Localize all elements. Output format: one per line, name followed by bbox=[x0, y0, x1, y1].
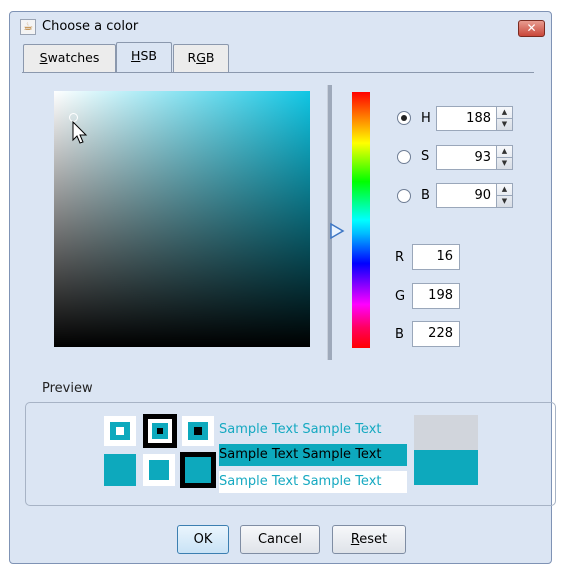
saturation-input[interactable]: 93 bbox=[436, 145, 498, 170]
window-title: Choose a color bbox=[42, 19, 139, 34]
tab-hsb-label: SB bbox=[140, 48, 157, 63]
tab-swatches[interactable]: Swatches bbox=[23, 44, 116, 72]
green-field: 198 bbox=[412, 283, 460, 309]
green-label: G bbox=[395, 289, 406, 304]
hue-slider-bar[interactable] bbox=[352, 92, 370, 348]
hue-spinner[interactable]: ▲ ▼ bbox=[496, 106, 513, 131]
reset-button[interactable]: Reset bbox=[332, 525, 406, 554]
spin-down-icon[interactable]: ▼ bbox=[497, 196, 512, 207]
hue-input[interactable]: 188 bbox=[436, 106, 498, 131]
tab-rgb-label-pre: R bbox=[187, 50, 197, 65]
spin-up-icon[interactable]: ▲ bbox=[497, 146, 512, 158]
red-field: 16 bbox=[412, 244, 460, 270]
blue-field: 228 bbox=[412, 321, 460, 347]
reset-mnemonic: R bbox=[350, 532, 360, 547]
tab-rgb-label: B bbox=[205, 50, 215, 65]
preview-swatch-center bbox=[194, 427, 202, 435]
spin-up-icon[interactable]: ▲ bbox=[497, 184, 512, 196]
sample-text: Sample Text bbox=[302, 422, 382, 437]
blue-label: B bbox=[395, 327, 404, 342]
preview-swatch-fill bbox=[185, 457, 211, 483]
preview-swatch bbox=[143, 414, 177, 448]
preview-swatch bbox=[180, 452, 216, 488]
title-bar[interactable]: ☕ Choose a color ✕ bbox=[9, 11, 552, 43]
preview-swatch-center bbox=[157, 428, 163, 434]
tab-rgb-mnemonic: G bbox=[196, 50, 206, 65]
tab-swatches-mnemonic: S bbox=[39, 50, 48, 65]
saturation-label: S bbox=[421, 149, 430, 164]
hue-label: H bbox=[421, 111, 431, 126]
sample-text: Sample Text bbox=[219, 474, 299, 489]
brightness-input[interactable]: 90 bbox=[436, 183, 498, 208]
sample-text: Sample Text bbox=[302, 474, 382, 489]
hue-slider-thumb-icon[interactable] bbox=[329, 222, 345, 240]
sample-text: Sample Text bbox=[219, 447, 299, 462]
new-color-swatch bbox=[414, 450, 478, 485]
spin-down-icon[interactable]: ▼ bbox=[497, 158, 512, 169]
saturation-spinner[interactable]: ▲ ▼ bbox=[496, 145, 513, 170]
sample-text-row-3: Sample Text Sample Text bbox=[219, 471, 407, 493]
close-icon: ✕ bbox=[526, 21, 537, 35]
preview-swatch bbox=[104, 454, 136, 486]
spin-down-icon[interactable]: ▼ bbox=[497, 119, 512, 130]
tab-rgb[interactable]: RGB bbox=[173, 44, 229, 72]
radio-saturation[interactable] bbox=[397, 150, 411, 164]
preview-swatch bbox=[182, 416, 214, 446]
sample-text: Sample Text bbox=[302, 447, 382, 462]
reset-label: eset bbox=[359, 532, 388, 547]
spin-up-icon[interactable]: ▲ bbox=[497, 107, 512, 119]
sample-text-row-1: Sample Text Sample Text bbox=[219, 419, 407, 441]
saturation-brightness-square[interactable] bbox=[54, 91, 310, 347]
preview-label: Preview bbox=[42, 381, 93, 396]
mouse-cursor-icon bbox=[72, 121, 88, 144]
cancel-button[interactable]: Cancel bbox=[240, 525, 320, 554]
java-cup-icon: ☕ bbox=[20, 19, 36, 35]
brightness-spinner[interactable]: ▲ ▼ bbox=[496, 183, 513, 208]
sample-text-row-2: Sample Text Sample Text bbox=[219, 444, 407, 466]
preview-swatch-fill bbox=[149, 460, 169, 480]
tab-hsb[interactable]: HSB bbox=[116, 42, 172, 72]
brightness-label: B bbox=[421, 188, 430, 203]
old-color-swatch bbox=[414, 415, 478, 450]
brightness-gradient bbox=[54, 91, 310, 347]
radio-brightness[interactable] bbox=[397, 189, 411, 203]
ok-button[interactable]: OK bbox=[177, 525, 229, 554]
close-button[interactable]: ✕ bbox=[518, 20, 545, 37]
radio-hue[interactable] bbox=[397, 111, 411, 125]
preview-swatch bbox=[143, 454, 175, 486]
preview-swatch bbox=[104, 416, 136, 446]
tab-swatches-label: watches bbox=[47, 50, 100, 65]
preview-swatch-center bbox=[116, 427, 124, 435]
sample-text: Sample Text bbox=[219, 422, 299, 437]
red-label: R bbox=[395, 250, 405, 265]
